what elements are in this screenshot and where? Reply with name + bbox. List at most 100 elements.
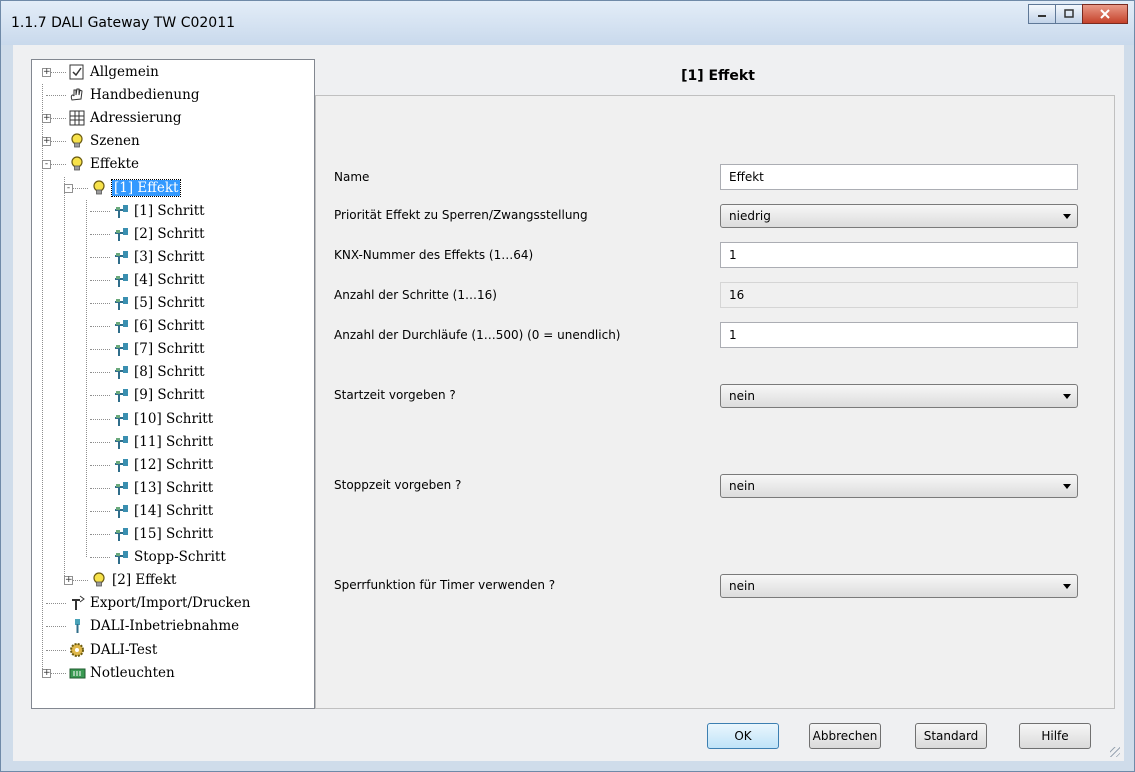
lightbulb-icon [71, 133, 83, 148]
tree-item[interactable]: Notleuchten [68, 662, 175, 684]
tree-item[interactable]: [11] Schritt [112, 431, 213, 453]
tree-item-label: Adressierung [90, 110, 182, 127]
tree-connector [90, 464, 110, 466]
expand-icon[interactable]: + [42, 137, 51, 147]
close-icon [1100, 9, 1110, 19]
tree-item[interactable]: [14] Schritt [112, 500, 213, 522]
expand-icon[interactable]: + [42, 68, 51, 77]
param-input[interactable]: 1 [720, 242, 1078, 268]
step-icon [115, 250, 128, 264]
wrench-icon [75, 619, 80, 634]
tree-item-label: [7] Schritt [134, 341, 205, 358]
step-icon [115, 320, 128, 334]
tree-item-label: [8] Schritt [134, 364, 205, 381]
ok-button[interactable]: OK [707, 723, 779, 749]
chevron-down-icon [1063, 484, 1071, 489]
step-icon [115, 551, 128, 565]
step-icon [115, 435, 128, 449]
minimize-icon [1038, 15, 1046, 17]
chevron-down-icon [1063, 584, 1071, 589]
standard-button[interactable]: Standard [915, 723, 987, 749]
tree-connector [90, 210, 110, 212]
step-icon [115, 412, 128, 426]
window-title: 1.1.7 DALI Gateway TW C02011 [11, 15, 236, 31]
param-select[interactable]: niedrig [720, 204, 1078, 228]
tree-item[interactable]: [6] Schritt [112, 315, 205, 337]
expand-icon[interactable]: + [42, 668, 51, 678]
tree-connector [90, 510, 110, 512]
help-button[interactable]: Hilfe [1019, 723, 1091, 749]
tree-item[interactable]: [5] Schritt [112, 292, 205, 314]
param-input[interactable]: Effekt [720, 164, 1078, 190]
tree-item-label: [10] Schritt [134, 410, 214, 427]
tree-item-label: [14] Schritt [134, 502, 214, 519]
tree-item[interactable]: Szenen [68, 130, 140, 152]
minimize-button[interactable] [1028, 4, 1056, 24]
parameter-tree[interactable]: + Allgemein Handbedienung + Adressierung + Sze… [31, 59, 315, 709]
tree-connector [46, 649, 66, 651]
tree-item[interactable]: [15] Schritt [112, 523, 213, 545]
expand-icon[interactable]: + [64, 576, 73, 586]
param-label: Sperrfunktion für Timer verwenden ? [334, 578, 556, 592]
step-icon [115, 273, 128, 287]
tree-item[interactable]: [12] Schritt [112, 454, 213, 476]
param-label: Startzeit vorgeben ? [334, 388, 456, 402]
tree-item[interactable]: DALI-Test [68, 639, 157, 661]
select-value: niedrig [729, 209, 771, 223]
tree-item[interactable]: [2] Effekt [90, 569, 176, 591]
step-icon [115, 204, 128, 218]
tree-item-label: [4] Schritt [134, 271, 205, 288]
tree-connector [64, 176, 65, 581]
param-select[interactable]: nein [720, 474, 1078, 498]
collapse-icon[interactable]: - [64, 183, 73, 193]
tree-item[interactable]: [3] Schritt [112, 246, 205, 268]
tree-item[interactable]: [1] Effekt [90, 177, 182, 199]
tree-item[interactable]: Effekte [68, 153, 139, 175]
collapse-icon[interactable]: - [42, 160, 51, 170]
tree-item[interactable]: [13] Schritt [112, 477, 213, 499]
cancel-button[interactable]: Abbrechen [809, 723, 881, 749]
tree-item[interactable]: [1] Schritt [112, 200, 205, 222]
tree-item[interactable]: [9] Schritt [112, 384, 205, 406]
expand-icon[interactable]: + [42, 114, 51, 124]
param-input[interactable]: 1 [720, 322, 1078, 348]
param-select[interactable]: nein [720, 384, 1078, 408]
param-label: Priorität Effekt zu Sperren/Zwangsstellu… [334, 208, 588, 222]
dialog-client: + Allgemein Handbedienung + Adressierung + Sze… [13, 45, 1124, 761]
tree-item-label: [5] Schritt [134, 295, 205, 311]
parameter-panel: Name Effekt Priorität Effekt zu Sperren/Zw… [315, 95, 1115, 709]
tree-item-label: [12] Schritt [134, 456, 214, 473]
tree-item[interactable]: [4] Schritt [112, 269, 205, 291]
tree-item[interactable]: [7] Schritt [112, 338, 205, 360]
emergency-light-icon [69, 668, 86, 679]
grid-icon [69, 110, 85, 126]
tree-item-label: [1] Schritt [134, 202, 205, 219]
tree-connector [90, 395, 110, 397]
tree-item[interactable]: Export/Import/Drucken [68, 592, 250, 614]
tree-item[interactable]: DALI-Inbetriebnahme [68, 615, 239, 637]
step-icon [115, 297, 128, 310]
tree-item[interactable]: Handbedienung [68, 84, 199, 106]
tree-connector [90, 534, 110, 535]
maximize-button[interactable] [1055, 4, 1083, 24]
tree-connector [90, 372, 110, 374]
tree-connector [46, 95, 66, 97]
tree-item[interactable]: Adressierung [68, 107, 181, 129]
tree-connector [90, 349, 110, 351]
param-select[interactable]: nein [720, 574, 1078, 598]
resize-grip[interactable] [1110, 747, 1120, 757]
tree-item[interactable]: Allgemein [68, 61, 159, 83]
tree-item[interactable]: [10] Schritt [112, 408, 213, 430]
tree-item[interactable]: Stopp-Schritt [112, 546, 226, 568]
tree-item-label: [15] Schritt [134, 526, 214, 542]
param-label: Name [334, 170, 370, 184]
tree-item-label: [6] Schritt [134, 318, 205, 335]
dialog-window: 1.1.7 DALI Gateway TW C02011 + Allgemein H… [0, 0, 1135, 772]
tree-item[interactable]: [2] Schritt [112, 223, 205, 245]
tree-item[interactable]: [8] Schritt [112, 361, 205, 383]
step-icon [115, 481, 128, 495]
tree-connector [90, 487, 110, 489]
close-button[interactable] [1082, 4, 1128, 24]
title-bar[interactable]: 1.1.7 DALI Gateway TW C02011 [1, 1, 1134, 45]
lightbulb-icon [93, 572, 105, 587]
